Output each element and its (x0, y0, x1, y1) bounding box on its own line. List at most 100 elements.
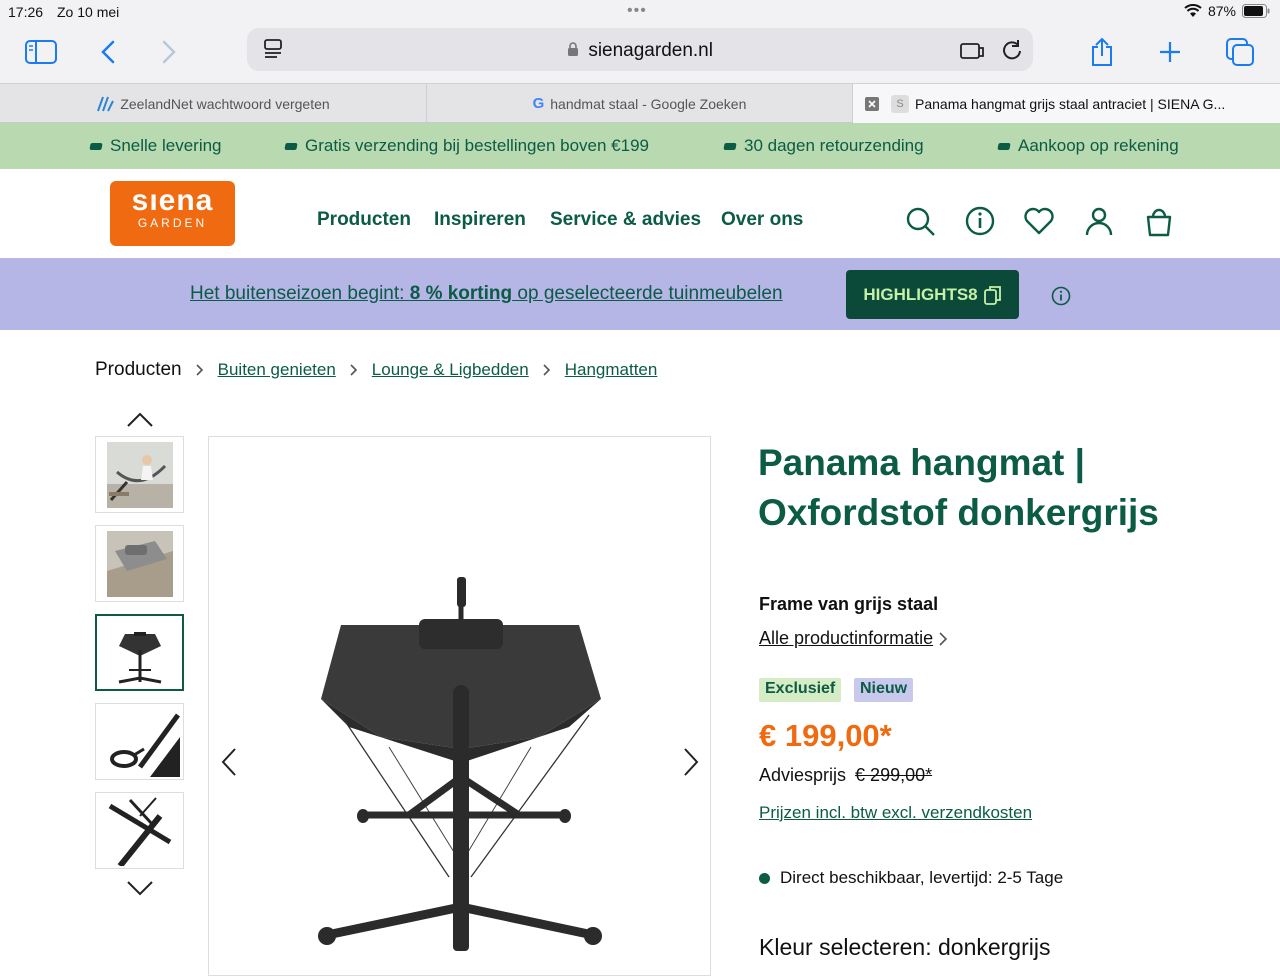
thumbnail-frame-detail[interactable] (95, 792, 184, 869)
browser-toolbar: sienagarden.nl (0, 24, 1280, 83)
back-icon[interactable] (90, 34, 126, 70)
promo-text-a: Het buitenseizoen begint: (190, 283, 410, 304)
promo-info-icon[interactable] (1051, 286, 1071, 306)
promo-banner: Het buitenseizoen begint: 8 % korting op… (0, 258, 1280, 330)
wishlist-heart-icon[interactable] (1022, 204, 1056, 238)
tab-label: Panama hangmat grijs staal antraciet | S… (915, 95, 1226, 112)
tab-bar: ZeelandNet wachtwoord vergeten G handmat… (0, 83, 1280, 123)
chevron-right-icon (939, 631, 948, 646)
product-main-image[interactable] (208, 436, 711, 976)
nav-producten[interactable]: Producten (317, 209, 411, 231)
usp-bullet-icon (723, 142, 737, 150)
advies-price-struck: € 299,00* (855, 765, 933, 785)
info-link-text: Alle productinformatie (759, 628, 934, 648)
product-price: € 199,00* (759, 718, 892, 753)
in-stock-dot-icon (759, 872, 770, 884)
breadcrumb-buiten-genieten[interactable]: Buiten genieten (218, 360, 336, 380)
battery-percent: 87% (1207, 3, 1236, 19)
usp-text: 30 dagen retourzending (744, 136, 924, 155)
thumbnail-pillow-detail[interactable] (95, 525, 184, 602)
breadcrumb-lounge-ligbedden[interactable]: Lounge & Ligbedden (372, 360, 529, 380)
google-favicon-icon: G (532, 95, 545, 112)
copy-icon (983, 285, 1001, 305)
thumbs-up-arrow-icon[interactable] (126, 412, 154, 428)
sidebar-icon[interactable] (23, 34, 59, 70)
usp-bullet-icon (997, 142, 1011, 150)
usp-text: Aankoop op rekening (1018, 136, 1179, 155)
breadcrumb-hangmatten[interactable]: Hangmatten (565, 360, 658, 380)
usp-item: 30 dagen retourzending (723, 136, 924, 156)
product-subtitle: Frame van grijs staal (759, 594, 939, 614)
address-bar[interactable]: sienagarden.nl (247, 28, 1033, 71)
tab-siena[interactable]: S Panama hangmat grijs staal antraciet |… (853, 84, 1280, 123)
vat-shipping-link[interactable]: Prijzen incl. btw excl. verzendkosten (759, 803, 1032, 823)
promo-code-text: HIGHLIGHTS8 (863, 284, 978, 304)
site-header: sıena GARDEN Producten Inspireren Servic… (0, 169, 1280, 258)
translate-icon[interactable] (959, 40, 985, 62)
battery-icon (1242, 4, 1270, 18)
usp-item: Snelle levering (89, 136, 222, 156)
wifi-icon (1184, 4, 1202, 17)
image-next-chevron-icon[interactable] (681, 747, 701, 777)
promo-text-bold: 8 % korting (409, 283, 513, 304)
url-text: sienagarden.nl (588, 40, 713, 61)
tab-label: handmat staal - Google Zoeken (550, 95, 747, 112)
chevron-right-icon (196, 364, 203, 376)
usp-bullet-icon (284, 142, 298, 150)
usp-bullet-icon (89, 142, 103, 150)
usp-text: Snelle levering (110, 136, 222, 155)
thumbnail-product-front[interactable] (95, 614, 184, 691)
thumbnail-hook-detail[interactable] (95, 703, 184, 780)
share-icon[interactable] (1084, 34, 1120, 70)
tab-label: ZeelandNet wachtwoord vergeten (120, 95, 330, 112)
usp-item: Aankoop op rekening (997, 136, 1179, 156)
status-time: 17:26 (8, 4, 44, 20)
chevron-right-icon (350, 364, 357, 376)
breadcrumb-root[interactable]: Producten (95, 359, 182, 381)
promo-link[interactable]: Het buitenseizoen begint: 8 % korting op… (190, 283, 783, 305)
advies-label: Adviesprijs (759, 765, 847, 785)
siena-favicon-icon: S (891, 94, 909, 113)
usp-text: Gratis verzending bij bestellingen boven… (305, 136, 650, 155)
thumbs-down-arrow-icon[interactable] (126, 880, 154, 896)
promo-code-button[interactable]: HIGHLIGHTS8 (846, 270, 1019, 319)
chevron-right-icon (543, 364, 550, 376)
siena-garden-logo[interactable]: sıena GARDEN (110, 181, 235, 246)
thumbnail-lifestyle-woman[interactable] (95, 436, 184, 513)
tab-zeelandnet[interactable]: ZeelandNet wachtwoord vergeten (0, 84, 427, 123)
account-icon[interactable] (1082, 204, 1116, 238)
reload-icon[interactable] (1001, 39, 1023, 61)
breadcrumb: Producten Buiten genieten Lounge & Ligbe… (95, 358, 657, 382)
usp-bar: Snelle levering Gratis verzending bij be… (0, 123, 1280, 169)
usp-item: Gratis verzending bij bestellingen boven… (284, 136, 650, 156)
image-prev-chevron-icon[interactable] (219, 747, 239, 777)
cart-bag-icon[interactable] (1142, 204, 1176, 238)
search-icon[interactable] (903, 204, 937, 238)
close-tab-icon[interactable] (865, 96, 879, 111)
promo-text-c: op geselecteerde tuinmeubelen (512, 283, 783, 304)
url-display[interactable]: sienagarden.nl (247, 40, 1033, 62)
multitasking-dots-icon[interactable]: ••• (627, 2, 647, 20)
status-date: Zo 10 mei (57, 4, 120, 20)
advies-price-row: Adviesprijs € 299,00* (759, 765, 932, 786)
badge-nieuw: Nieuw (854, 678, 914, 702)
nav-inspireren[interactable]: Inspireren (434, 209, 526, 231)
tab-google[interactable]: G handmat staal - Google Zoeken (427, 84, 853, 123)
forward-icon[interactable] (151, 34, 187, 70)
status-right: 87% (1184, 3, 1270, 19)
badge-exclusief: Exclusief (759, 678, 842, 702)
nav-over-ons[interactable]: Over ons (721, 209, 803, 231)
color-select-heading: Kleur selecteren: donkergrijs (759, 934, 1051, 960)
zeelandnet-favicon-icon (97, 96, 115, 111)
nav-service-advies[interactable]: Service & advies (550, 209, 701, 231)
new-tab-icon[interactable] (1152, 34, 1188, 70)
status-bar: 17:26 Zo 10 mei ••• 87% (0, 0, 1280, 24)
tabs-overview-icon[interactable] (1222, 34, 1258, 70)
all-product-info-link[interactable]: Alle productinformatie (759, 628, 948, 649)
info-icon[interactable] (963, 204, 997, 238)
lock-icon (568, 42, 579, 56)
stock-text: Direct beschikbaar, levertijd: 2-5 Tage (780, 868, 1064, 887)
logo-wordmark: sıena (131, 184, 214, 217)
stock-status: Direct beschikbaar, levertijd: 2-5 Tage (759, 868, 1063, 888)
product-title: Panama hangmat | Oxfordstof donkergrijs (758, 442, 1159, 533)
